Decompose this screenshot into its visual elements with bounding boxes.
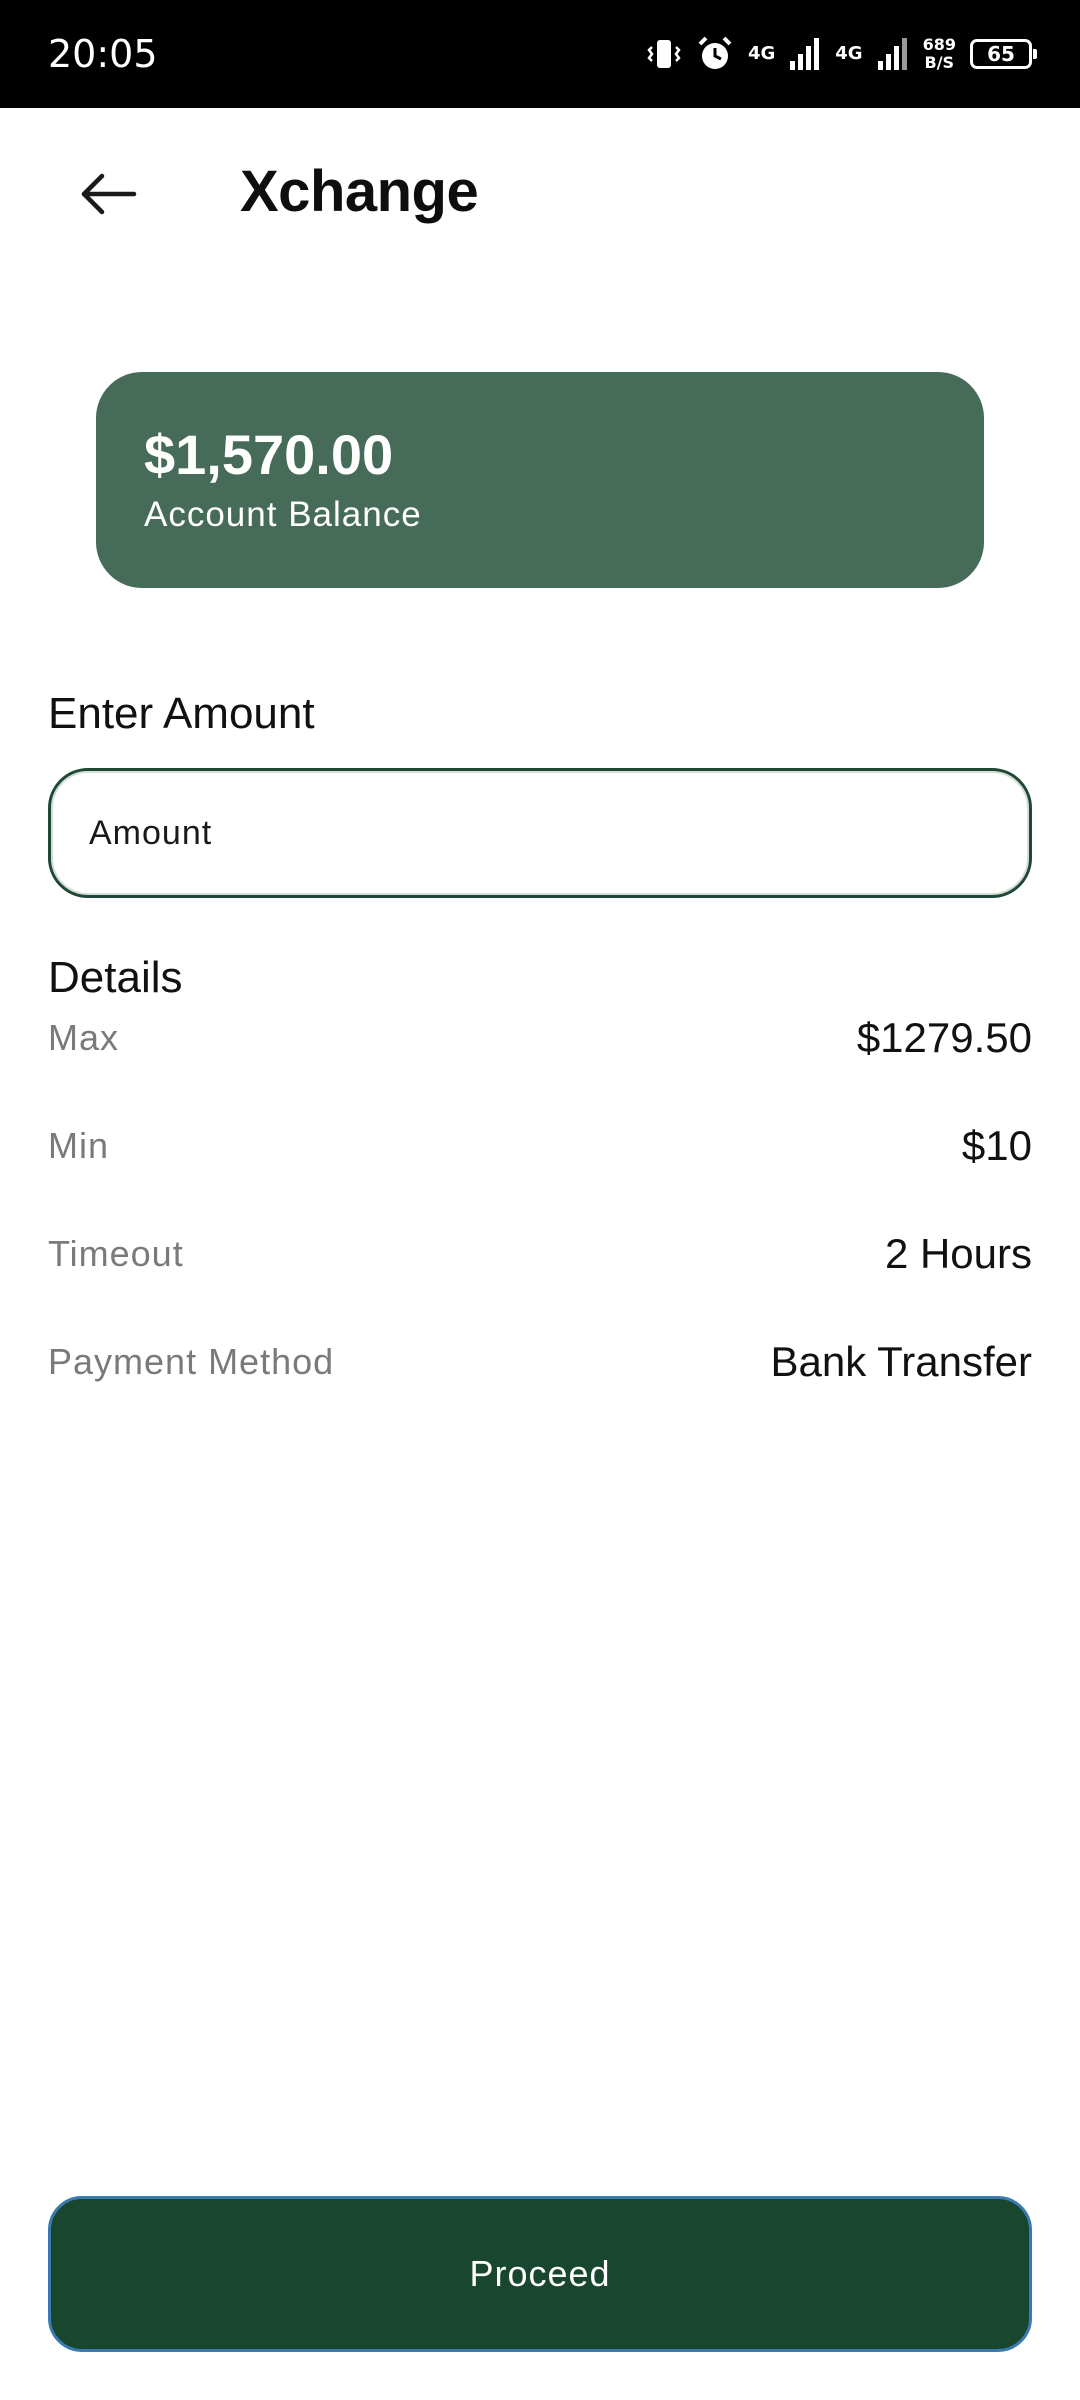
details-heading: Details xyxy=(48,953,183,1002)
battery-level: 65 xyxy=(987,42,1015,66)
detail-label: Min xyxy=(48,1125,110,1166)
amount-label: Enter Amount xyxy=(48,689,315,738)
signal-icon xyxy=(789,37,821,71)
status-icons: 4G 4G 689 B/S 65 xyxy=(646,28,1037,80)
network-label-1: 4G xyxy=(747,43,776,64)
status-bar: 20:05 4G 4G 689 B/S 65 xyxy=(0,0,1080,108)
detail-row-max: Max $1279.50 xyxy=(48,1008,1032,1116)
network-speed: 689 B/S xyxy=(923,36,956,72)
network-label-2: 4G xyxy=(835,43,863,64)
network-speed-value: 689 xyxy=(922,35,956,54)
detail-value: 2 Hours xyxy=(884,1230,1032,1277)
detail-label: Payment Method xyxy=(48,1341,335,1382)
arrow-left-icon xyxy=(76,170,140,223)
detail-value: $1279.50 xyxy=(856,1014,1032,1061)
balance-card: $1,570.00 Account Balance xyxy=(96,372,984,588)
back-button[interactable] xyxy=(62,150,154,242)
balance-label: Account Balance xyxy=(144,495,422,534)
detail-value: $10 xyxy=(961,1122,1032,1169)
network-speed-unit: B/S xyxy=(924,53,955,72)
vibrate-icon xyxy=(646,36,682,72)
detail-label: Timeout xyxy=(48,1233,184,1274)
proceed-label: Proceed xyxy=(469,2253,611,2294)
detail-row-timeout: Timeout 2 Hours xyxy=(48,1224,1032,1332)
battery-icon: 65 xyxy=(970,39,1037,69)
proceed-button[interactable]: Proceed xyxy=(48,2196,1032,2352)
amount-input[interactable] xyxy=(48,768,1032,898)
detail-row-payment-method: Payment Method Bank Transfer xyxy=(48,1332,1032,1440)
detail-row-min: Min $10 xyxy=(48,1116,1032,1224)
status-time: 20:05 xyxy=(48,32,158,76)
balance-amount: $1,570.00 xyxy=(144,423,394,486)
detail-value: Bank Transfer xyxy=(770,1338,1032,1385)
detail-label: Max xyxy=(48,1017,120,1058)
alarm-icon xyxy=(696,35,734,73)
signal-icon xyxy=(877,37,909,71)
details-list: Max $1279.50 Min $10 Timeout 2 Hours Pay… xyxy=(48,1008,1032,1440)
page-title: Xchange xyxy=(240,159,479,224)
